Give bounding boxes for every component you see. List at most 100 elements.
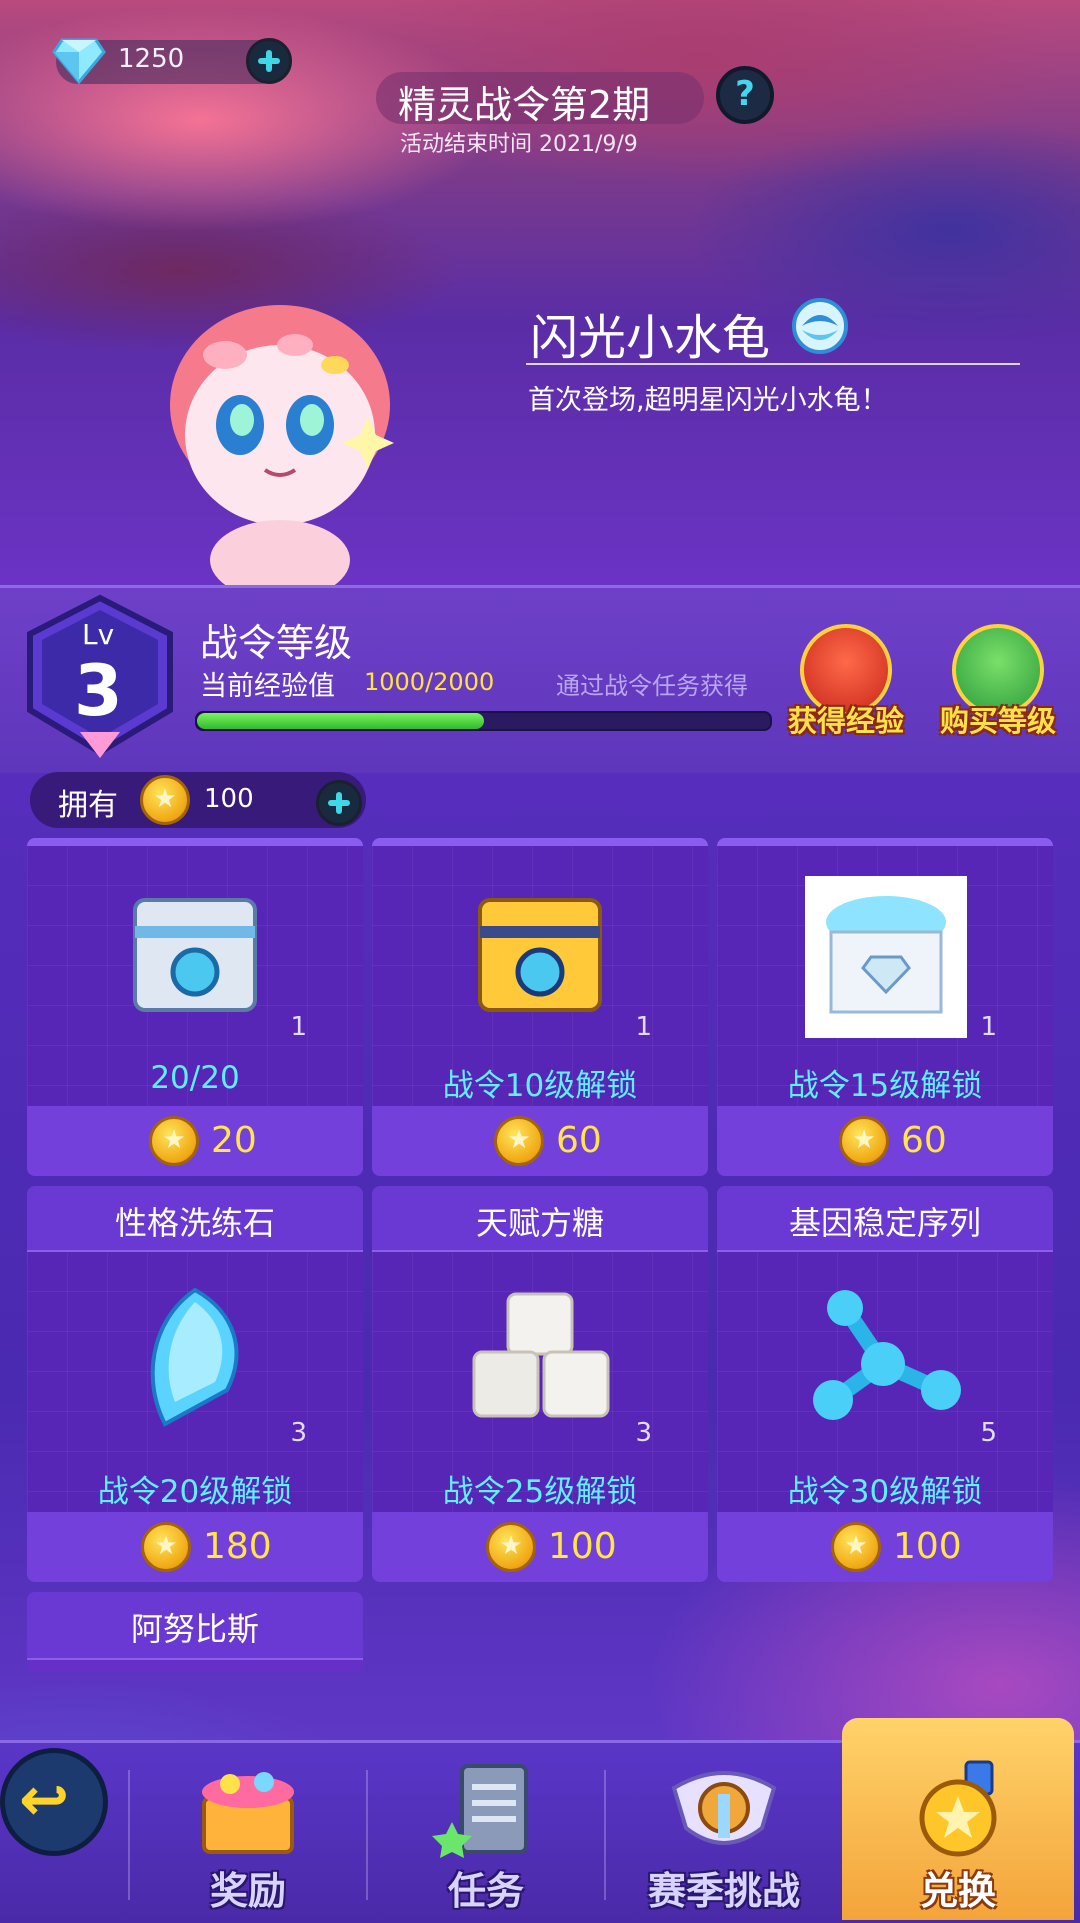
tab-rewards[interactable]: 奖励 bbox=[132, 1748, 364, 1920]
diamond-icon bbox=[52, 38, 106, 85]
card-header: 性格洗练石 bbox=[27, 1186, 363, 1252]
tab-exchange[interactable]: 兑换 bbox=[842, 1718, 1074, 1920]
buy-level-label: 购买等级 bbox=[939, 704, 1056, 738]
coin-icon bbox=[141, 1522, 191, 1572]
gene-molecule-icon bbox=[813, 1290, 961, 1420]
pet-divider bbox=[526, 363, 1020, 365]
sugar-cube-icon bbox=[472, 1292, 610, 1418]
silver-chest-icon bbox=[133, 898, 257, 1012]
item-unlock-text: 战令25级解锁 bbox=[442, 1474, 638, 1510]
coin-icon bbox=[140, 775, 190, 825]
item-title: 性格洗练石 bbox=[114, 1204, 275, 1242]
nav-divider bbox=[128, 1770, 130, 1900]
shop-item-card[interactable]: 性格洗练石 3 战令20级解锁 180 bbox=[27, 1186, 363, 1582]
add-coins-button[interactable] bbox=[316, 780, 362, 826]
item-price: 100 bbox=[548, 1526, 617, 1567]
item-price: 100 bbox=[893, 1526, 962, 1567]
item-unlock-text: 战令30级解锁 bbox=[787, 1474, 983, 1510]
price-row: 100 bbox=[372, 1512, 708, 1582]
card-top-strip bbox=[372, 838, 708, 846]
task-clipboard-icon bbox=[432, 1764, 528, 1858]
item-price: 20 bbox=[211, 1120, 257, 1161]
add-gems-button[interactable] bbox=[246, 38, 292, 84]
coin-icon bbox=[149, 1116, 199, 1166]
item-unlock-text: 战令10级解锁 bbox=[442, 1068, 638, 1104]
card-header: 基因稳定序列 bbox=[717, 1186, 1053, 1252]
level-title: 战令等级 bbox=[200, 621, 353, 665]
item-price: 60 bbox=[556, 1120, 602, 1161]
item-title: 天赋方糖 bbox=[475, 1204, 604, 1242]
item-quantity: 1 bbox=[635, 1012, 652, 1042]
exp-progress-fill bbox=[197, 713, 484, 729]
tab-tasks[interactable]: 任务 bbox=[370, 1748, 602, 1920]
back-arrow-icon: ↩ bbox=[19, 1765, 70, 1835]
shop-item-card[interactable]: 基因稳定序列 5 战令30级解锁 100 bbox=[717, 1186, 1053, 1582]
price-row: 100 bbox=[717, 1512, 1053, 1582]
price-row: 60 bbox=[372, 1106, 708, 1176]
gem-balance-value: 1250 bbox=[118, 44, 185, 74]
water-element-icon bbox=[792, 298, 848, 354]
shop-item-card[interactable]: 天赋方糖 3 战令25级解锁 100 bbox=[372, 1186, 708, 1582]
back-button[interactable]: ↩ bbox=[0, 1748, 108, 1856]
nav-divider bbox=[366, 1770, 368, 1900]
item-title: 阿努比斯 bbox=[130, 1610, 259, 1648]
reward-chest-icon bbox=[202, 1772, 294, 1854]
tab-season-challenge[interactable]: 赛季挑战 bbox=[608, 1748, 840, 1920]
tab-exchange-label: 兑换 bbox=[919, 1869, 996, 1913]
item-price: 60 bbox=[901, 1120, 947, 1161]
coin-icon bbox=[486, 1522, 536, 1572]
price-row: 20 bbox=[27, 1106, 363, 1176]
item-title: 基因稳定序列 bbox=[788, 1204, 981, 1242]
get-exp-label: 获得经验 bbox=[787, 704, 904, 738]
pet-illustration bbox=[170, 305, 394, 585]
page-title: 精灵战令第2期 bbox=[398, 83, 651, 127]
shop-item-card[interactable]: 1 战令15级解锁 60 bbox=[717, 838, 1053, 1176]
pet-description: 首次登场,超明星闪光小水龟！ bbox=[528, 385, 888, 416]
exchange-coin-icon bbox=[919, 1760, 997, 1857]
diamond-box-icon bbox=[826, 896, 946, 1014]
exp-label: 当前经验值 bbox=[200, 671, 335, 702]
shop-item-card[interactable]: 1 战令10级解锁 60 bbox=[372, 838, 708, 1176]
tab-rewards-label: 奖励 bbox=[209, 1869, 286, 1913]
gold-chest-icon bbox=[478, 898, 602, 1012]
shop-item-card[interactable]: 1 20/20 20 bbox=[27, 838, 363, 1176]
tab-season-challenge-label: 赛季挑战 bbox=[647, 1869, 800, 1913]
crystal-stone-icon bbox=[150, 1287, 239, 1427]
nav-divider bbox=[604, 1770, 606, 1900]
owned-value: 100 bbox=[204, 784, 254, 814]
item-quantity: 1 bbox=[290, 1012, 307, 1042]
item-image-frame bbox=[805, 876, 967, 1038]
help-button[interactable]: ? bbox=[716, 66, 774, 124]
card-top-strip bbox=[717, 838, 1053, 846]
event-end-time: 活动结束时间 2021/9/9 bbox=[400, 132, 638, 157]
card-header: 天赋方糖 bbox=[372, 1186, 708, 1252]
card-top-strip bbox=[27, 838, 363, 846]
coin-icon bbox=[839, 1116, 889, 1166]
season-badge-icon bbox=[671, 1771, 777, 1845]
owned-label: 拥有 bbox=[58, 788, 118, 823]
exp-progress-bar bbox=[195, 711, 772, 731]
shop-item-card[interactable]: 阿努比斯 bbox=[27, 1592, 363, 1672]
tab-tasks-label: 任务 bbox=[447, 1869, 524, 1913]
exp-hint: 通过战令任务获得 bbox=[556, 672, 748, 700]
exp-value: 1000/2000 bbox=[364, 668, 495, 696]
coin-icon bbox=[831, 1522, 881, 1572]
item-price: 180 bbox=[203, 1526, 272, 1567]
buy-level-button[interactable]: 购买等级 bbox=[938, 624, 1058, 738]
coin-icon bbox=[494, 1116, 544, 1166]
question-icon: ? bbox=[735, 74, 755, 114]
price-row: 180 bbox=[27, 1512, 363, 1582]
item-unlock-text: 战令20级解锁 bbox=[97, 1474, 293, 1510]
item-quantity: 5 bbox=[980, 1418, 997, 1448]
pet-name: 闪光小水龟 bbox=[530, 310, 771, 366]
item-unlock-text: 战令15级解锁 bbox=[787, 1068, 983, 1104]
level-prefix: Lv bbox=[82, 618, 115, 651]
item-quantity: 3 bbox=[290, 1418, 307, 1448]
item-quantity: 3 bbox=[635, 1418, 652, 1448]
card-header: 阿努比斯 bbox=[27, 1592, 363, 1660]
item-quantity: 1 bbox=[980, 1012, 997, 1042]
price-row: 60 bbox=[717, 1106, 1053, 1176]
level-number: 3 bbox=[74, 650, 123, 732]
get-exp-button[interactable]: 获得经验 bbox=[786, 624, 906, 738]
item-unlock-text: 20/20 bbox=[150, 1060, 240, 1096]
